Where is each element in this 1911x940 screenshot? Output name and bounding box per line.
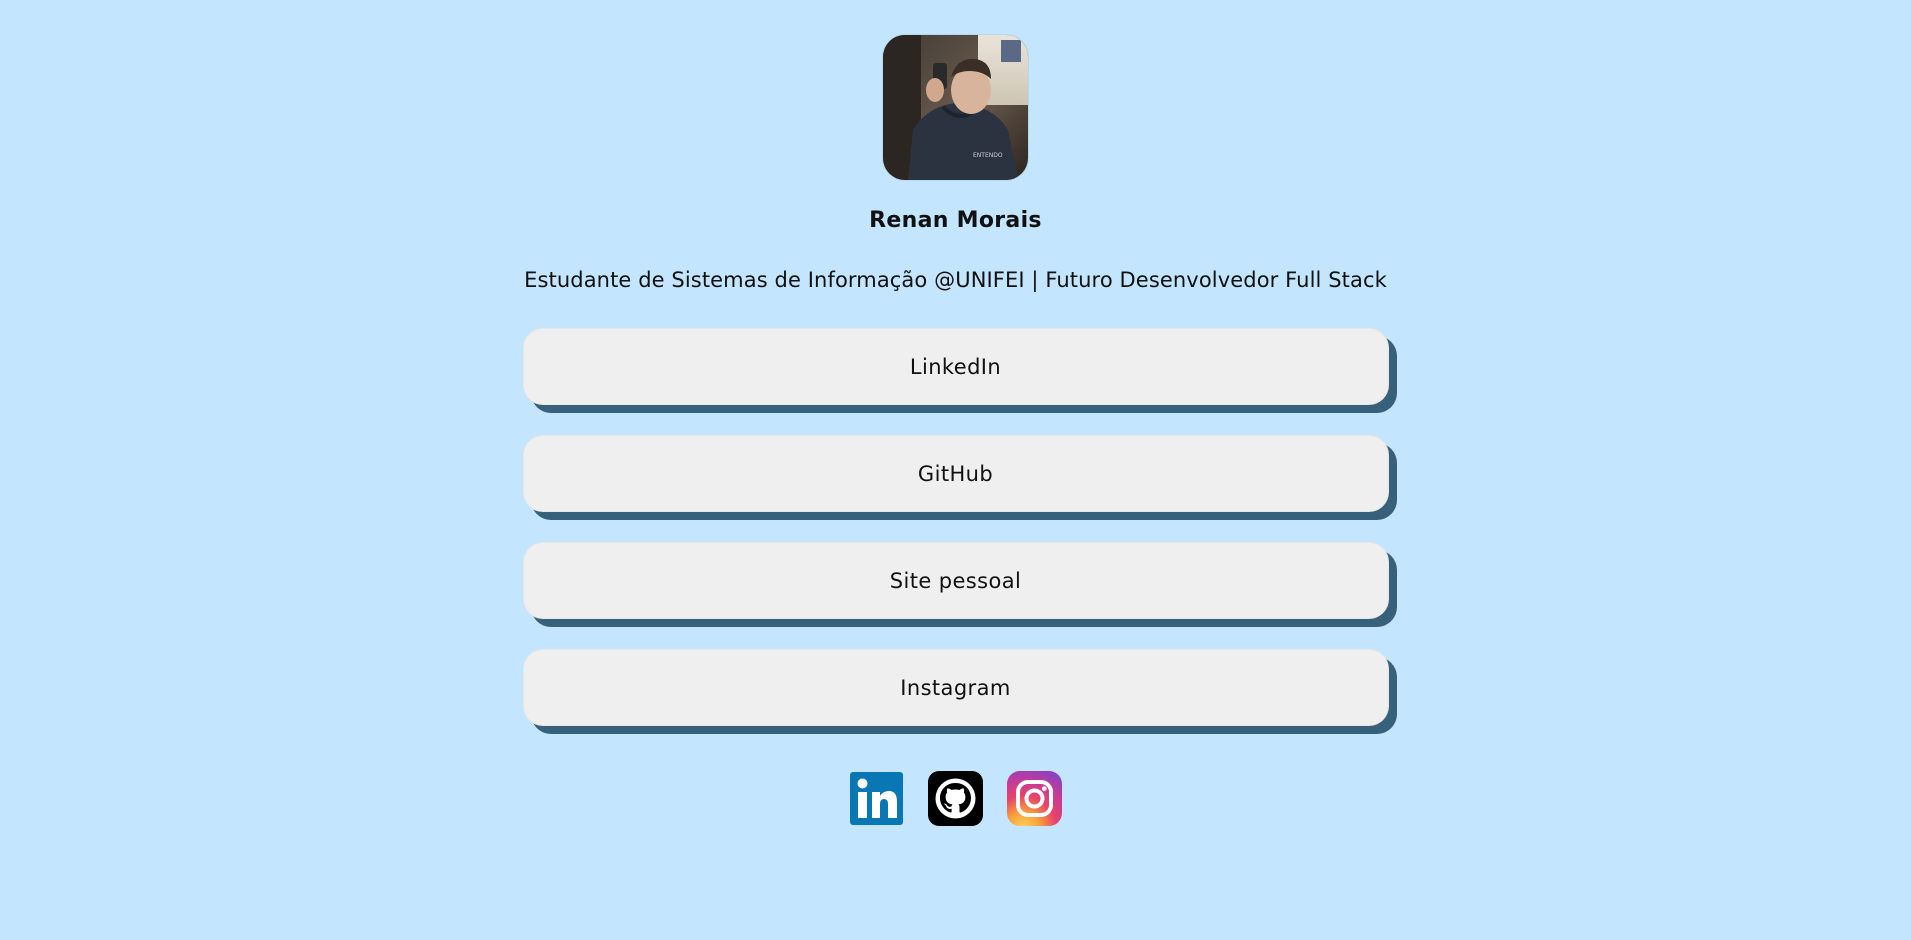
avatar-photo: ENTENDO (883, 35, 1028, 180)
github-link-button[interactable]: GitHub (522, 435, 1389, 512)
link-list: LinkedIn GitHub Site pessoal Instagram (522, 328, 1389, 726)
profile-bio: Estudante de Sistemas de Informação @UNI… (524, 268, 1387, 292)
instagram-link-button[interactable]: Instagram (522, 649, 1389, 726)
instagram-icon[interactable] (1006, 770, 1063, 827)
link-label: LinkedIn (909, 354, 1002, 379)
github-icon[interactable] (927, 770, 984, 827)
link-label: Instagram (900, 675, 1011, 700)
linkedin-link-button[interactable]: LinkedIn (522, 328, 1389, 405)
profile-name: Renan Morais (869, 208, 1042, 233)
profile-page: ENTENDO Renan Morais Estudante de Sistem… (0, 0, 1911, 827)
social-icons (848, 770, 1063, 827)
link-label: Site pessoal (889, 568, 1022, 593)
personal-site-link-button[interactable]: Site pessoal (522, 542, 1389, 619)
linkedin-icon[interactable] (848, 770, 905, 827)
link-label: GitHub (917, 461, 994, 486)
avatar: ENTENDO (883, 35, 1028, 180)
svg-text:ENTENDO: ENTENDO (973, 152, 1003, 159)
